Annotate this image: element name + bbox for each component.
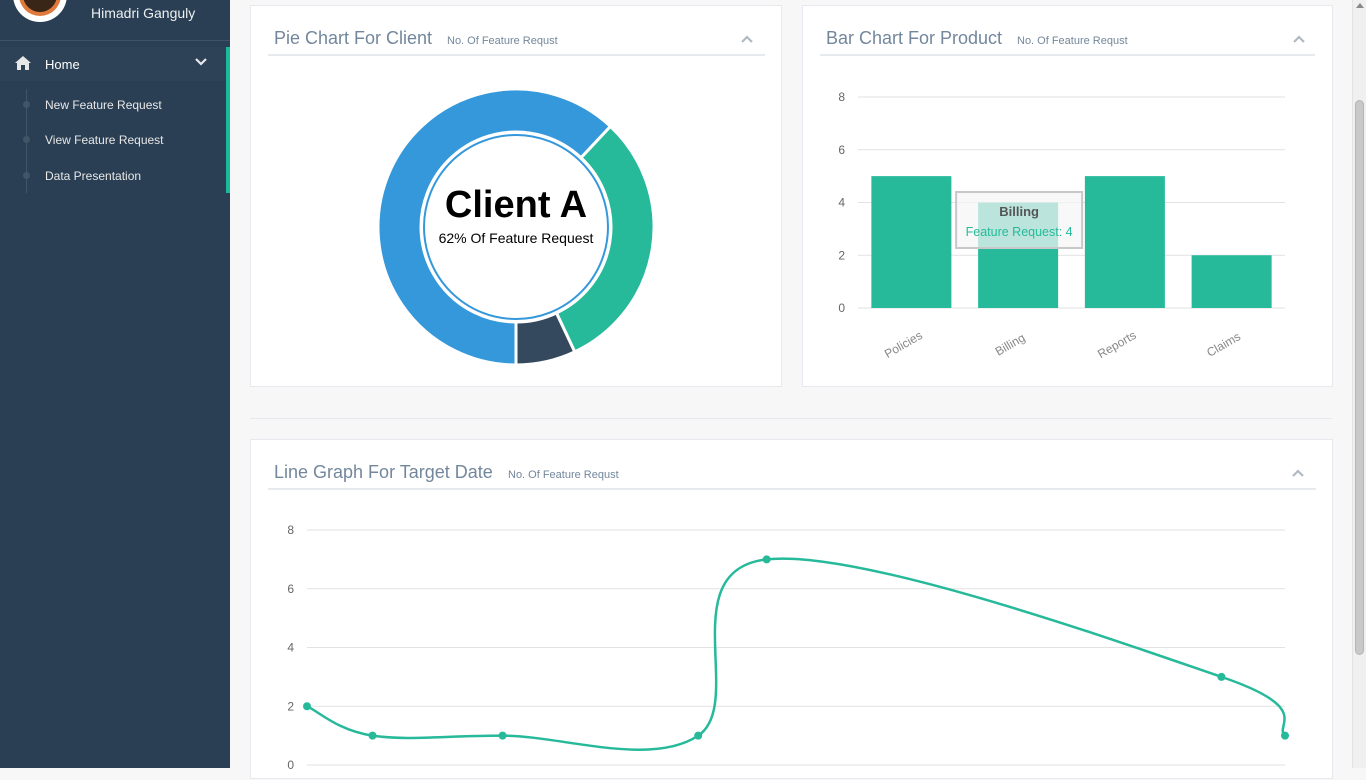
section-separator xyxy=(250,418,1332,419)
line-point[interactable] xyxy=(694,731,703,740)
line-point[interactable] xyxy=(1281,731,1289,740)
y-tick-label: 8 xyxy=(838,90,845,104)
bar-chart: 0 2 4 6 8 Policies Billing Reports Claims Billing… xyxy=(838,90,1285,361)
home-icon xyxy=(15,56,31,70)
user-name: Himadri Ganguly xyxy=(91,5,196,21)
y-tick-label: 0 xyxy=(838,301,845,315)
line-chart: 0 2 4 6 8 xyxy=(287,523,1289,772)
pie-center-subtitle: 62% Of Feature Request xyxy=(439,230,594,246)
y-tick-label: 6 xyxy=(287,582,294,596)
pie-chart: Client A 62% Of Feature Request xyxy=(376,87,656,367)
x-tick-label: Policies xyxy=(882,328,925,361)
y-tick-label: 2 xyxy=(838,248,845,262)
pie-center-title: Client A xyxy=(445,184,587,226)
line-point[interactable] xyxy=(303,702,311,711)
bar[interactable] xyxy=(871,176,952,308)
scrollbar-thumb[interactable] xyxy=(1355,100,1364,655)
page-scrollbar[interactable] xyxy=(1352,0,1366,768)
x-tick-label: Claims xyxy=(1204,329,1243,359)
line-chart-panel: Line Graph For Target Date No. Of Featur… xyxy=(250,439,1333,779)
sidebar-divider xyxy=(0,40,230,41)
sidebar-submenu: New Feature Request View Feature Request… xyxy=(0,81,230,193)
submenu-dot xyxy=(23,172,30,179)
line-point[interactable] xyxy=(762,555,771,564)
y-tick-label: 4 xyxy=(287,641,294,655)
sidebar-item-new-feature-request[interactable]: New Feature Request xyxy=(45,98,162,112)
scroll-up-icon[interactable] xyxy=(1356,3,1364,8)
sidebar-item-home[interactable]: Home xyxy=(0,47,230,81)
bar[interactable] xyxy=(1084,176,1165,308)
tooltip-title: Billing xyxy=(999,204,1039,219)
chevron-down-icon[interactable] xyxy=(194,55,208,69)
panel-title-underline xyxy=(268,54,765,56)
line-point[interactable] xyxy=(368,731,377,740)
y-tick-label: 8 xyxy=(287,523,294,537)
line-point[interactable] xyxy=(498,731,507,740)
pie-panel-title: Pie Chart For Client xyxy=(274,28,433,48)
bar-tooltip: Billing Feature Request: 4 xyxy=(955,191,1084,249)
bar-chart-panel: Bar Chart For Product No. Of Feature Req… xyxy=(802,5,1333,387)
pie-inner-ring xyxy=(423,134,609,320)
sidebar-item-data-presentation[interactable]: Data Presentation xyxy=(45,169,141,183)
avatar[interactable] xyxy=(13,0,67,22)
y-tick-label: 2 xyxy=(287,699,294,713)
sidebar-item-view-feature-request[interactable]: View Feature Request xyxy=(45,133,164,147)
chevron-up-icon[interactable] xyxy=(740,32,754,46)
pie-chart-panel: Pie Chart For Client No. Of Feature Requ… xyxy=(250,5,782,387)
y-tick-label: 0 xyxy=(287,758,294,772)
tooltip-box xyxy=(955,191,1084,249)
sidebar-item-home-label: Home xyxy=(45,57,80,72)
submenu-dot xyxy=(23,101,30,108)
line-series xyxy=(306,557,1286,751)
bar[interactable] xyxy=(1191,255,1272,308)
y-tick-label: 4 xyxy=(838,196,845,210)
line-point[interactable] xyxy=(1217,672,1226,681)
pie-panel-subtitle: No. Of Feature Requst xyxy=(447,35,558,47)
sidebar: Himadri Ganguly Home New Feature Request… xyxy=(0,0,230,768)
x-tick-label: Billing xyxy=(993,330,1028,358)
submenu-dot xyxy=(23,136,30,143)
tooltip-value: Feature Request: 4 xyxy=(966,225,1073,239)
y-tick-label: 6 xyxy=(838,143,845,157)
x-tick-label: Reports xyxy=(1095,328,1138,361)
